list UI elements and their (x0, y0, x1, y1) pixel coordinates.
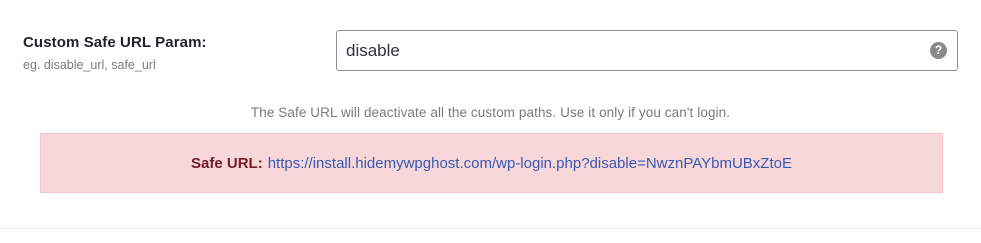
divider (0, 228, 981, 229)
safe-url-alert: Safe URL: https://install.hidemywpghost.… (40, 133, 943, 193)
safe-url-label: Safe URL: (191, 154, 263, 172)
field-hint: eg. disable_url, safe_url (23, 58, 156, 72)
safe-url-notice: The Safe URL will deactivate all the cus… (250, 105, 731, 120)
field-label: Custom Safe URL Param: (23, 34, 207, 51)
safe-url-param-field: ? (336, 30, 958, 71)
safe-url-link[interactable]: https://install.hidemywpghost.com/wp-log… (268, 155, 792, 172)
safe-url-param-input[interactable] (337, 31, 957, 70)
help-icon[interactable]: ? (930, 42, 947, 59)
settings-panel: Custom Safe URL Param: eg. disable_url, … (0, 0, 981, 243)
